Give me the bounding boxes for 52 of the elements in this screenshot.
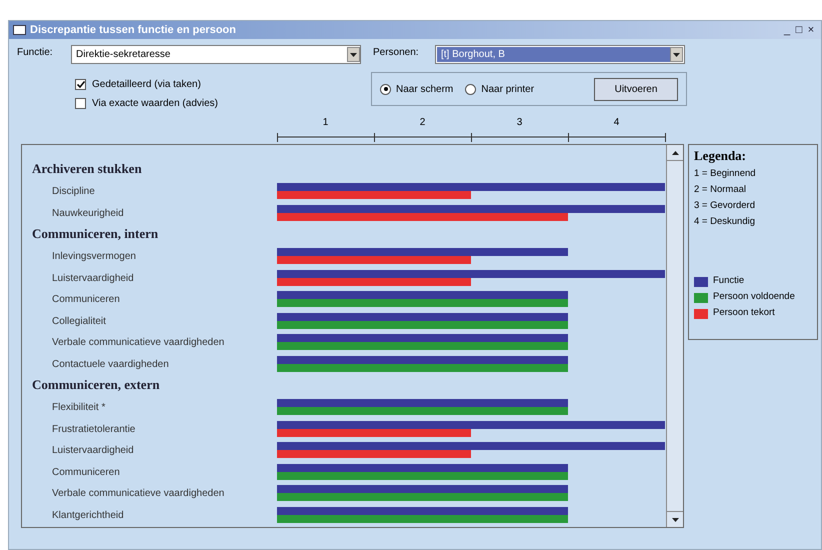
legend-level: 2 = Normaal <box>694 182 748 196</box>
section-heading: Communiceren, extern <box>31 376 161 394</box>
personen-dropdown[interactable]: [t] Borghout, B <box>435 45 685 64</box>
window-control[interactable]: × <box>805 24 817 36</box>
skill-label: Communiceren <box>51 466 121 480</box>
tick-label: 4 <box>614 116 620 130</box>
skill-label: Inlevingsvermogen <box>51 250 137 264</box>
window-icon <box>13 25 26 35</box>
scrollbar[interactable] <box>666 145 683 527</box>
tick-label: 2 <box>420 116 426 130</box>
dropdown-arrow-icon <box>350 52 357 56</box>
radio-label: Naar scherm <box>396 82 454 96</box>
skill-label: Verbale communicatieve vaardigheden <box>51 336 226 350</box>
radio-label: Naar printer <box>481 82 534 96</box>
skill-label: Contactuele vaardigheden <box>51 358 170 372</box>
radio-button[interactable] <box>465 84 476 94</box>
skill-label: Klantgerichtheid <box>51 508 125 523</box>
legend-level: 1 = Beginnend <box>694 166 757 180</box>
legend-label: Persoon tekort <box>713 306 775 320</box>
checkbox[interactable] <box>75 98 86 109</box>
scroll-up-icon <box>672 150 678 154</box>
checkbox-label: Gedetailleerd (via taken) <box>92 78 201 92</box>
skill-label: Luistervaardigheid <box>51 272 135 286</box>
checkbox-label: Via exacte waarden (advies) <box>92 97 218 111</box>
radio-button[interactable] <box>380 84 391 94</box>
section-heading: Communiceren, intern <box>31 225 160 243</box>
skill-label: Discipline <box>51 185 96 200</box>
run-button[interactable]: Uitvoeren <box>594 78 678 100</box>
field-label: Functie: <box>17 46 54 60</box>
skill-label: Luistervaardigheid <box>51 444 135 458</box>
skill-label: Verbale communicatieve vaardigheden <box>51 487 226 502</box>
window-title: Discrepantie tussen functie en persoon <box>30 22 237 38</box>
tick-label: 1 <box>322 116 328 130</box>
section-heading: Archiveren stukken <box>31 160 143 178</box>
skill-label: Frustratietolerantie <box>51 422 136 437</box>
skill-label: Communiceren <box>51 293 121 308</box>
skill-label: Flexibiliteit * <box>51 401 106 416</box>
dropdown-arrow-icon <box>673 52 680 56</box>
legend-level: 3 = Gevorderd <box>694 198 756 212</box>
legend-label: Persoon voldoende <box>713 290 795 304</box>
legend-label: Functie <box>713 274 744 288</box>
window-control[interactable]: _ <box>781 24 793 36</box>
tick-label: 3 <box>516 116 522 130</box>
skill-label: Collegialiteit <box>51 314 107 329</box>
scroll-down-icon <box>672 518 678 522</box>
legend-title: Legenda: <box>694 147 747 165</box>
checkbox[interactable] <box>75 79 86 90</box>
legend-level: 4 = Deskundig <box>694 214 756 228</box>
window-control[interactable]: □ <box>793 24 805 36</box>
field-label: Personen: <box>373 46 420 60</box>
skill-label: Nauwkeurigheid <box>51 206 125 221</box>
functie-dropdown[interactable]: Direktie-sekretaresse <box>71 45 361 64</box>
